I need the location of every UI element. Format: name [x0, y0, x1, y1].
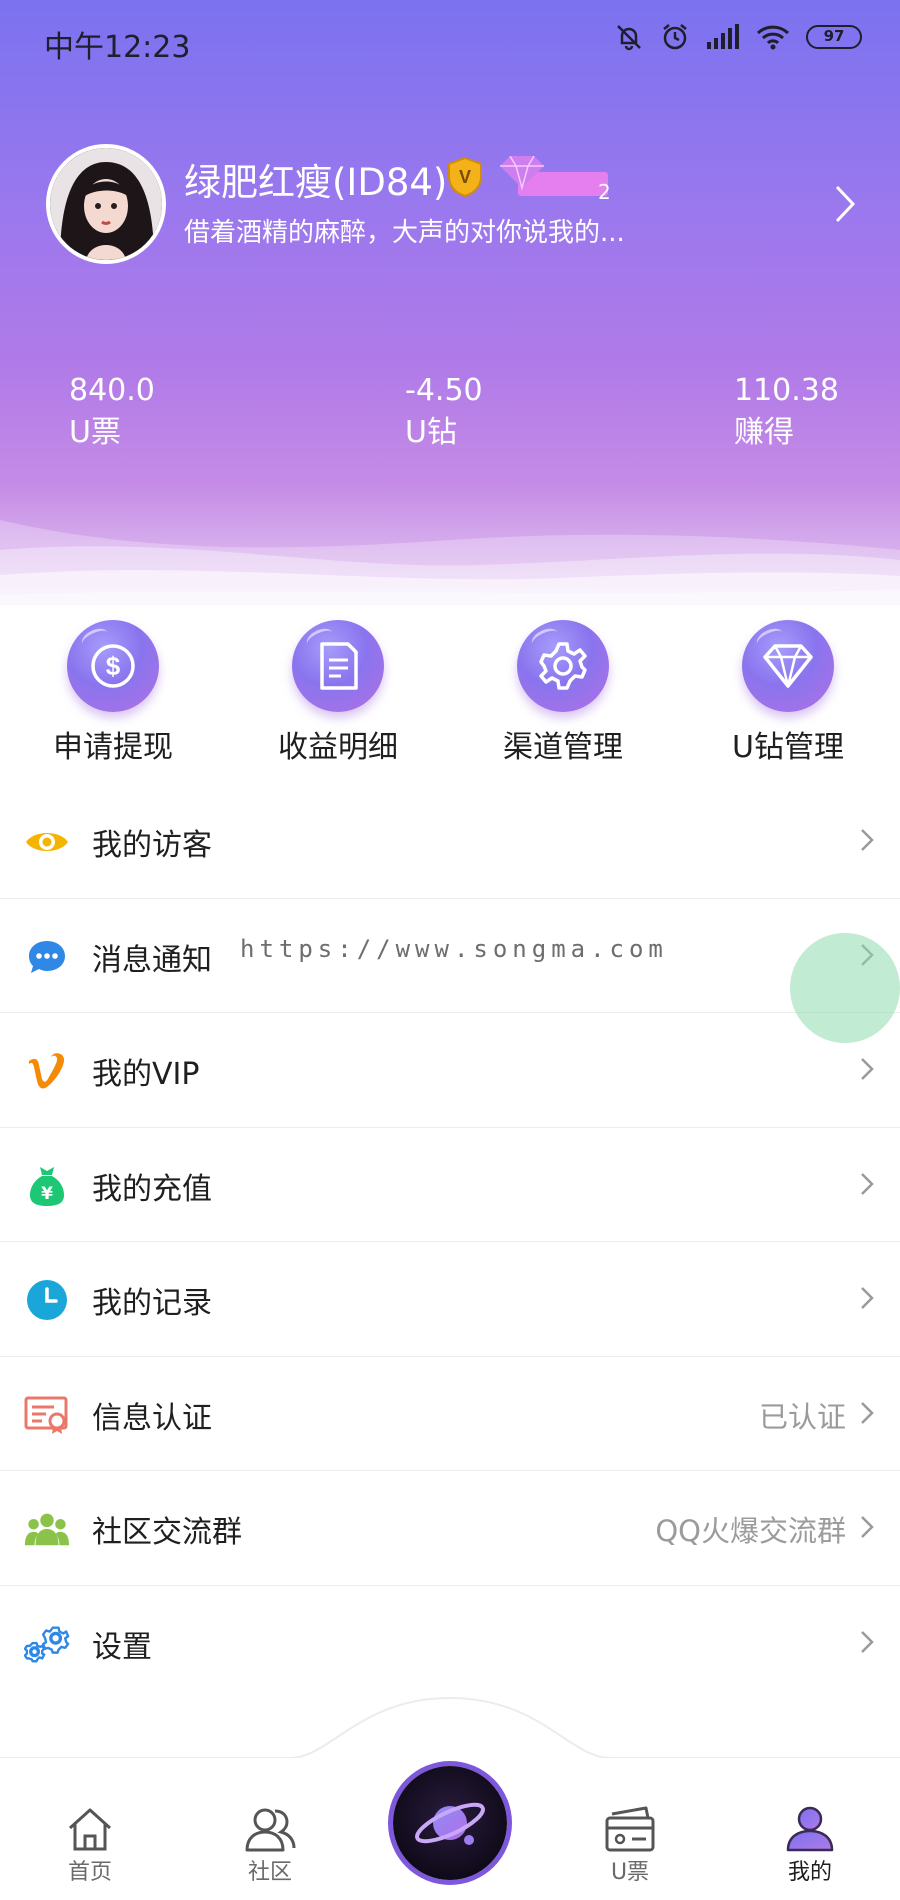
- diamond-icon: [763, 644, 813, 688]
- quick-action-circle: [517, 620, 609, 712]
- nav-item-mine[interactable]: 我的: [740, 1758, 880, 1886]
- menu-item-value: QQ火爆交流群: [655, 1514, 846, 1548]
- stat-label: 赚得: [734, 415, 794, 450]
- chevron-right-icon: [860, 1057, 874, 1085]
- stat-u-diamond[interactable]: -4.50 U钻: [405, 370, 483, 454]
- chevron-right-icon: [860, 1172, 874, 1200]
- stat-value: 110.38: [734, 373, 839, 408]
- status-bar: 中午12:23 97: [0, 0, 900, 80]
- chevron-right-icon: [860, 1286, 874, 1314]
- level-number: 2: [598, 180, 611, 204]
- watermark-text: https://www.songma.com: [240, 934, 668, 963]
- nav-item-label: 我的: [787, 1860, 832, 1885]
- menu-item-community-group[interactable]: 社区交流群 QQ火爆交流群: [0, 1471, 900, 1586]
- status-icons: 97: [614, 22, 862, 52]
- menu-item-verification[interactable]: 信息认证 已认证: [0, 1357, 900, 1471]
- chevron-right-icon: [860, 1401, 874, 1429]
- svg-text:$: $: [106, 651, 121, 681]
- profile-icon: [740, 1796, 880, 1852]
- notification-muted-icon: [614, 22, 644, 52]
- stat-label: U钻: [405, 415, 457, 450]
- group-icon: [24, 1506, 70, 1552]
- nav-item-label: 社区: [247, 1860, 292, 1885]
- chevron-right-icon: [860, 1515, 874, 1543]
- nav-item-label: U票: [610, 1860, 650, 1885]
- document-icon: [320, 642, 358, 690]
- chevron-right-icon[interactable]: [834, 184, 856, 228]
- nickname: 绿肥红瘦(ID84): [184, 161, 448, 204]
- menu-item-visitors[interactable]: 我的访客: [0, 784, 900, 899]
- nav-item-community[interactable]: 社区: [200, 1758, 340, 1886]
- wifi-icon: [756, 24, 790, 50]
- quick-action-circle: [292, 620, 384, 712]
- menu-item-label: 我的访客: [92, 828, 212, 863]
- certificate-icon: [24, 1392, 70, 1438]
- money-bag-icon: ¥: [24, 1163, 70, 1209]
- signature: 借着酒精的麻醉，大声的对你说我的...: [184, 218, 625, 248]
- menu-item-label: 我的记录: [92, 1286, 212, 1321]
- floating-assistant-bubble[interactable]: [790, 933, 900, 1043]
- quick-action-circle: $: [67, 620, 159, 712]
- profile-header: 中午12:23 97 绿肥红瘦(ID84) V 2 借着酒精的麻醉，大声的对你说…: [0, 0, 900, 605]
- quick-action-label: 渠道管理: [503, 730, 623, 765]
- eye-icon: [24, 819, 70, 865]
- chevron-right-icon: [860, 1630, 874, 1658]
- menu-item-label: 我的充值: [92, 1171, 212, 1207]
- quick-action-withdraw[interactable]: $ 申请提现: [23, 620, 203, 766]
- menu-item-vip[interactable]: 我的VIP: [0, 1013, 900, 1128]
- level-badge: 2: [498, 156, 632, 204]
- menu-item-value: 已认证: [758, 1399, 846, 1434]
- profile-card[interactable]: 绿肥红瘦(ID84) V 2 借着酒精的麻醉，大声的对你说我的...: [46, 144, 856, 266]
- battery-indicator: 97: [806, 25, 862, 49]
- avatar[interactable]: [46, 144, 166, 264]
- clock-icon: [24, 1277, 70, 1323]
- menu-item-label: 信息认证: [92, 1400, 212, 1436]
- quick-action-diamonds[interactable]: U钻管理: [698, 620, 878, 766]
- ticket-icon: [560, 1796, 700, 1852]
- chat-bubble-icon: [24, 934, 70, 980]
- header-wave-decoration: [0, 520, 900, 605]
- gear-icon: [539, 642, 587, 690]
- menu-item-records[interactable]: 我的记录: [0, 1242, 900, 1357]
- bottom-nav-curve: [0, 1696, 900, 1760]
- quick-action-channels[interactable]: 渠道管理: [473, 620, 653, 766]
- stat-earned[interactable]: 110.38 赚得: [734, 370, 839, 454]
- menu-item-notifications[interactable]: 消息通知 https://www.songma.com: [0, 899, 900, 1013]
- stat-label: U票: [69, 415, 121, 450]
- community-icon: [200, 1796, 340, 1852]
- dollar-icon: $: [91, 644, 135, 688]
- chevron-right-icon: [860, 828, 874, 856]
- svg-text:¥: ¥: [41, 1184, 53, 1204]
- quick-action-label: U钻管理: [732, 730, 844, 765]
- menu-item-settings[interactable]: 设置: [0, 1586, 900, 1701]
- quick-action-circle: [742, 620, 834, 712]
- nav-item-discover[interactable]: [393, 1766, 507, 1880]
- nav-item-home[interactable]: 首页: [20, 1758, 160, 1886]
- menu-item-label: 我的VIP: [92, 1057, 200, 1092]
- quick-action-earnings[interactable]: 收益明细: [248, 620, 428, 766]
- planet-icon: [415, 1802, 485, 1845]
- menu-item-label: 社区交流群: [92, 1515, 242, 1550]
- signal-icon: [706, 24, 740, 50]
- stat-value: 840.0: [69, 373, 155, 408]
- alarm-icon: [660, 22, 690, 52]
- quick-action-label: 收益明细: [278, 730, 398, 765]
- quick-actions: $ 申请提现 收益明细 渠道管理 U钻管理: [0, 620, 900, 770]
- nav-item-label: 首页: [67, 1860, 112, 1885]
- vip-shield-icon: V: [446, 156, 484, 202]
- quick-action-label: 申请提现: [53, 730, 173, 765]
- stat-u-ticket[interactable]: 840.0 U票: [69, 370, 155, 454]
- status-time: 中午12:23: [44, 30, 191, 65]
- svg-text:V: V: [459, 167, 471, 187]
- vimeo-v-icon: [24, 1048, 70, 1094]
- home-icon: [20, 1796, 160, 1852]
- menu-item-label: 设置: [92, 1629, 152, 1665]
- menu-list: 我的访客 消息通知 https://www.songma.com 我的VIP ¥…: [0, 784, 900, 1700]
- menu-item-recharge[interactable]: ¥ 我的充值: [0, 1128, 900, 1242]
- nav-item-u-ticket[interactable]: U票: [560, 1758, 700, 1886]
- menu-item-label: 消息通知: [92, 942, 212, 978]
- stat-value: -4.50: [405, 373, 483, 408]
- settings-gears-icon: [24, 1621, 70, 1667]
